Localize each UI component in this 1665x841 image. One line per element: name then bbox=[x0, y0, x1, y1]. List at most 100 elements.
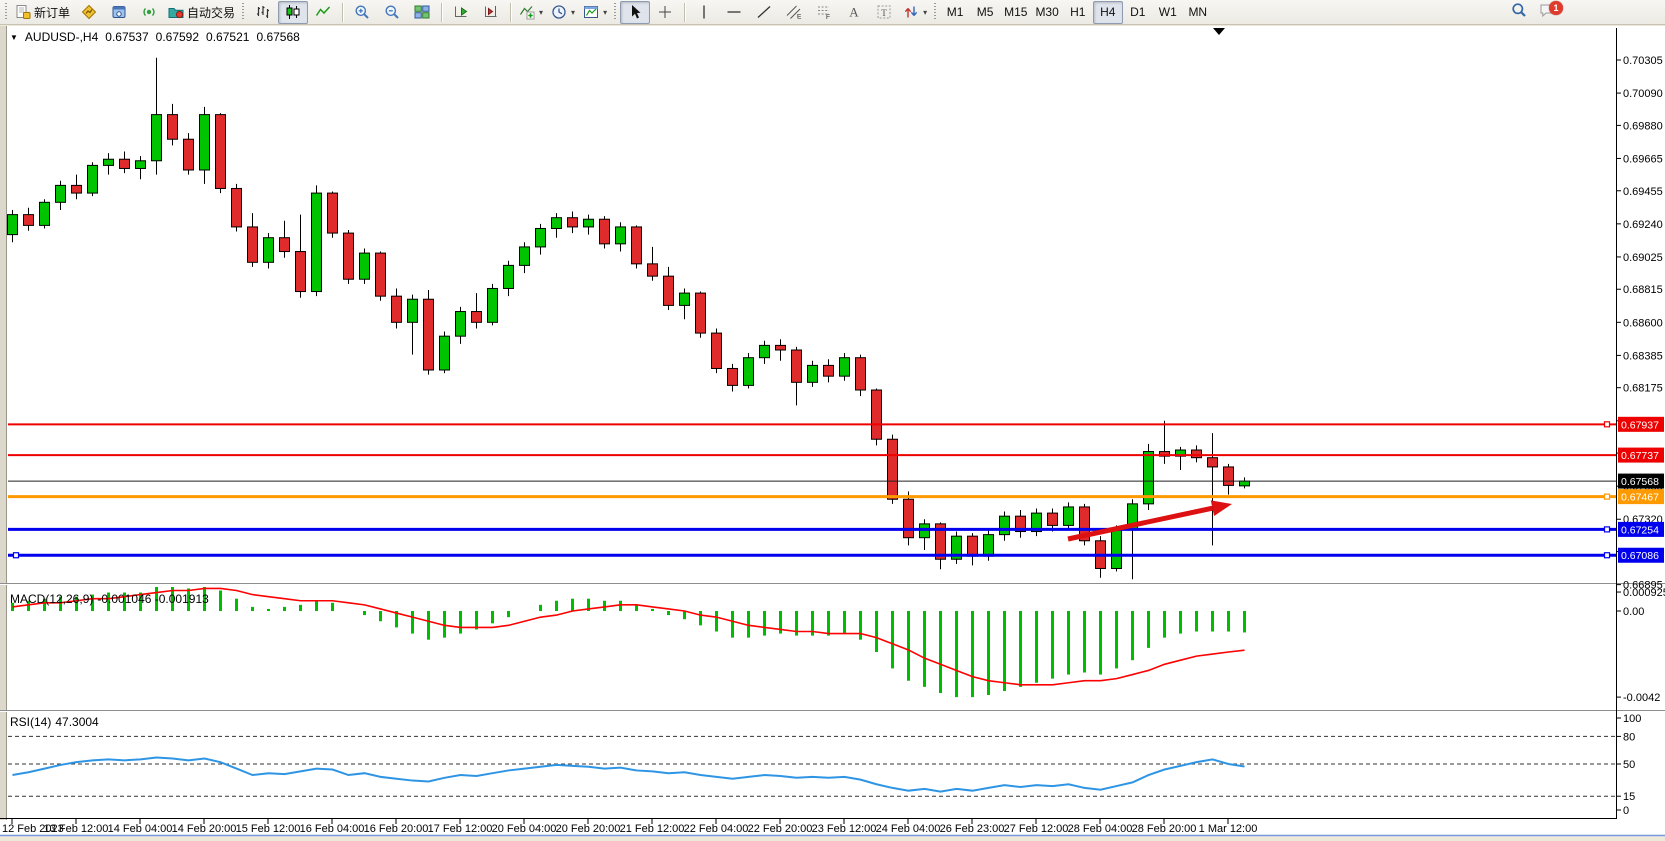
chart-collapse-icon[interactable]: ▼ bbox=[10, 33, 18, 42]
toolbar-vline-button[interactable] bbox=[689, 1, 719, 24]
search-button[interactable] bbox=[1508, 2, 1530, 23]
toolbar-candles-button[interactable] bbox=[278, 1, 308, 24]
chevron-down-icon[interactable]: ▾ bbox=[603, 8, 607, 17]
toolbar-grip bbox=[933, 3, 936, 21]
toolbar-bars-button[interactable] bbox=[248, 1, 278, 24]
toolbar-timeframe-M5[interactable]: M5 bbox=[970, 1, 1000, 24]
chevron-down-icon[interactable]: ▾ bbox=[539, 8, 543, 17]
toolbar-button-label: M5 bbox=[977, 5, 994, 19]
toolbar-separator bbox=[684, 3, 685, 22]
toolbar-signal-green-button[interactable] bbox=[134, 1, 164, 24]
macd-indicator-label: MACD(12,26,9) -0.001046 -0.001913 bbox=[10, 592, 213, 606]
svg-text:23 Feb 12:00: 23 Feb 12:00 bbox=[812, 823, 877, 835]
auto-trading-icon bbox=[168, 4, 184, 20]
svg-text:0: 0 bbox=[1623, 805, 1629, 817]
toolbar-text-label-button[interactable]: T bbox=[869, 1, 899, 24]
toolbar-line-chart-button[interactable] bbox=[308, 1, 338, 24]
ohlc-close: 0.67568 bbox=[256, 30, 299, 44]
svg-text:28 Feb 20:00: 28 Feb 20:00 bbox=[1132, 823, 1197, 835]
svg-text:28 Feb 04:00: 28 Feb 04:00 bbox=[1068, 823, 1133, 835]
toolbar-timeframe-MN[interactable]: MN bbox=[1183, 1, 1213, 24]
toolbar-button-label: 自动交易 bbox=[187, 4, 235, 21]
svg-text:16 Feb 20:00: 16 Feb 20:00 bbox=[364, 823, 429, 835]
toolbar-fibonacci-button[interactable]: F bbox=[809, 1, 839, 24]
toolbar-new-order-button[interactable]: 新订单 bbox=[11, 1, 74, 24]
trendline-icon bbox=[756, 4, 772, 20]
svg-text:17 Feb 12:00: 17 Feb 12:00 bbox=[428, 823, 493, 835]
svg-text:E: E bbox=[797, 14, 802, 21]
candles-icon bbox=[285, 4, 301, 20]
toolbar-timeframe-D1[interactable]: D1 bbox=[1123, 1, 1153, 24]
toolbar-timeframe-M1[interactable]: M1 bbox=[940, 1, 970, 24]
svg-text:0.69880: 0.69880 bbox=[1623, 120, 1663, 132]
toolbar-zoom-in-button[interactable] bbox=[347, 1, 377, 24]
toolbar-timeframe-M15[interactable]: M15 bbox=[1000, 1, 1031, 24]
zoom-in-icon bbox=[354, 4, 370, 20]
toolbar-timeframe-H4[interactable]: H4 bbox=[1093, 1, 1123, 24]
toolbar-crosshair-button[interactable] bbox=[650, 1, 680, 24]
toolbar-timeframe-W1[interactable]: W1 bbox=[1153, 1, 1183, 24]
chart-window: 0.703050.700900.698800.696650.694550.692… bbox=[0, 26, 1665, 841]
toolbar-tile-windows-button[interactable] bbox=[407, 1, 437, 24]
svg-text:F: F bbox=[826, 14, 830, 20]
svg-text:24 Feb 04:00: 24 Feb 04:00 bbox=[876, 823, 941, 835]
svg-text:0.67937: 0.67937 bbox=[1621, 419, 1659, 431]
cursor-icon bbox=[627, 4, 643, 20]
svg-text:0.69455: 0.69455 bbox=[1623, 186, 1663, 198]
svg-text:0.69025: 0.69025 bbox=[1623, 252, 1663, 264]
toolbar-hline-button[interactable] bbox=[719, 1, 749, 24]
rsi-indicator-label: RSI(14)47.3004 bbox=[10, 715, 103, 729]
chevron-down-icon[interactable]: ▾ bbox=[923, 8, 927, 17]
macd-values: -0.001046 -0.001913 bbox=[97, 592, 208, 606]
svg-text:0.67737: 0.67737 bbox=[1621, 450, 1659, 462]
svg-text:22 Feb 20:00: 22 Feb 20:00 bbox=[748, 823, 813, 835]
indicators-icon bbox=[519, 4, 535, 20]
toolbar-cursor-button[interactable] bbox=[620, 1, 650, 24]
toolbar-history-blue-button[interactable] bbox=[104, 1, 134, 24]
svg-text:15: 15 bbox=[1623, 791, 1635, 803]
toolbar-periods-button[interactable]: ▾ bbox=[547, 1, 579, 24]
macd-name: MACD(12,26,9) bbox=[10, 592, 93, 606]
svg-text:0.00: 0.00 bbox=[1623, 606, 1644, 618]
chevron-down-icon[interactable]: ▾ bbox=[571, 8, 575, 17]
toolbar-trendline-button[interactable] bbox=[749, 1, 779, 24]
svg-text:50: 50 bbox=[1623, 759, 1635, 771]
chat-button[interactable]: 1 bbox=[1536, 2, 1558, 23]
toolbar-auto-trading-button[interactable]: 自动交易 bbox=[164, 1, 239, 24]
toolbar-channel-button[interactable]: E bbox=[779, 1, 809, 24]
toolbar-chart-shift-button[interactable] bbox=[476, 1, 506, 24]
top-marker-icon bbox=[1213, 28, 1225, 35]
toolbar-auto-scroll-button[interactable] bbox=[446, 1, 476, 24]
svg-text:0.68815: 0.68815 bbox=[1623, 284, 1663, 296]
toolbar-timeframe-M30[interactable]: M30 bbox=[1031, 1, 1062, 24]
svg-text:0.69240: 0.69240 bbox=[1623, 219, 1663, 231]
toolbar-timeframe-H1[interactable]: H1 bbox=[1063, 1, 1093, 24]
toolbar-text-button[interactable]: A bbox=[839, 1, 869, 24]
chart-shift-icon bbox=[483, 4, 499, 20]
fibonacci-icon: F bbox=[816, 4, 832, 20]
toolbar-arrows-button[interactable]: ▾ bbox=[899, 1, 931, 24]
svg-text:A: A bbox=[849, 5, 859, 20]
main-toolbar: 新订单 自动交易 ▾ ▾ ▾ E F AT ▾ M1 M5 M15M30H1H4D1 W1 MN 1 bbox=[0, 0, 1665, 25]
svg-text:0.68600: 0.68600 bbox=[1623, 317, 1663, 329]
rsi-name: RSI(14) bbox=[10, 715, 51, 729]
signal-green-icon bbox=[141, 4, 157, 20]
toolbar-zoom-out-button[interactable] bbox=[377, 1, 407, 24]
new-order-icon bbox=[15, 4, 31, 20]
svg-text:20 Feb 04:00: 20 Feb 04:00 bbox=[492, 823, 557, 835]
toolbar-templates-button[interactable]: ▾ bbox=[579, 1, 611, 24]
toolbar-indicators-button[interactable]: ▾ bbox=[515, 1, 547, 24]
arrows-icon bbox=[903, 4, 919, 20]
tile-windows-icon bbox=[414, 4, 430, 20]
toolbar-button-label: W1 bbox=[1159, 5, 1177, 19]
svg-text:26 Feb 23:00: 26 Feb 23:00 bbox=[940, 823, 1005, 835]
svg-text:0.69665: 0.69665 bbox=[1623, 153, 1663, 165]
toolbar-separator bbox=[342, 3, 343, 22]
toolbar-chart-gold-button[interactable] bbox=[74, 1, 104, 24]
chart-canvas[interactable]: 0.703050.700900.698800.696650.694550.692… bbox=[0, 26, 1665, 841]
svg-text:14 Feb 04:00: 14 Feb 04:00 bbox=[108, 823, 173, 835]
svg-text:0.70305: 0.70305 bbox=[1623, 55, 1663, 67]
svg-text:16 Feb 04:00: 16 Feb 04:00 bbox=[300, 823, 365, 835]
toolbar-separator bbox=[510, 3, 511, 22]
toolbar-right-icons: 1 bbox=[1508, 1, 1558, 24]
